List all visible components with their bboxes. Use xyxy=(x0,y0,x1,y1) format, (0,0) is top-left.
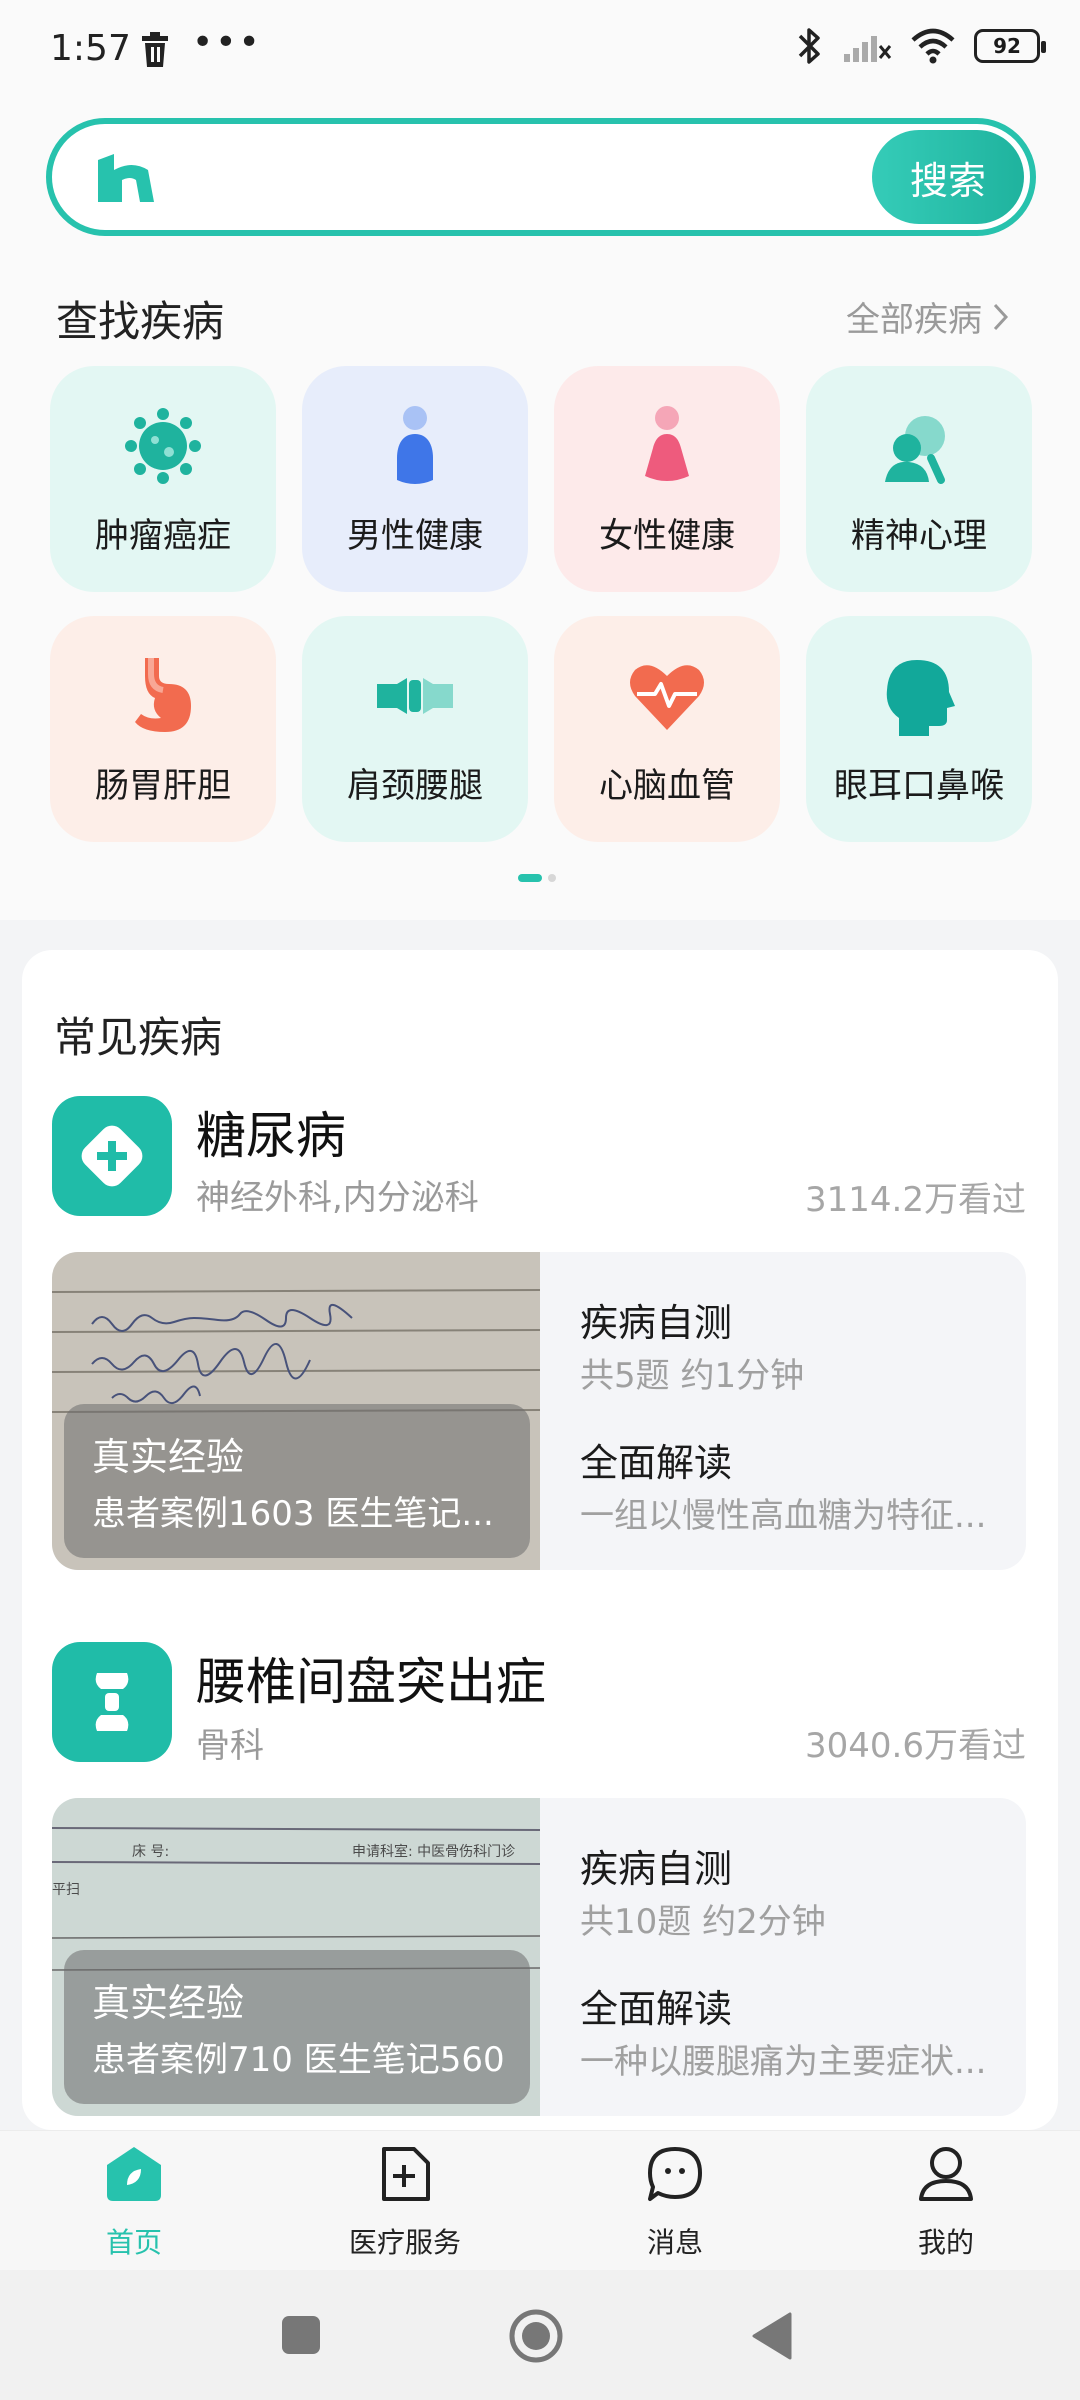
diabetes-icon-tile[interactable] xyxy=(52,1096,172,1216)
nav-messages[interactable]: 消息 xyxy=(575,2143,775,2261)
disease-name[interactable]: 腰椎间盘突出症 xyxy=(196,1642,546,1714)
nav-profile[interactable]: 我的 xyxy=(846,2143,1046,2261)
chevron-right-icon xyxy=(993,303,1009,330)
bottom-navigation: 首页 医疗服务 消息 我的 xyxy=(0,2130,1080,2270)
overlay-title: 真实经验 xyxy=(92,1981,245,2025)
spine-icon xyxy=(95,1673,129,1731)
heart-icon xyxy=(630,665,704,730)
category-joints[interactable]: 肩颈腰腿 xyxy=(302,616,528,842)
profile-icon xyxy=(919,2147,973,2201)
disease-card: 真实经验 患者案例1603 医生笔记... 疾病自测 共5题 约1分钟 全面解读… xyxy=(52,1252,1026,1570)
bluetooth-icon xyxy=(798,28,820,64)
medical-service-icon xyxy=(382,2147,430,2201)
nav-label: 消息 xyxy=(646,2226,703,2259)
category-label: 女性健康 xyxy=(599,516,735,556)
disease-name[interactable]: 糖尿病 xyxy=(196,1096,346,1168)
category-tumor[interactable]: 肿瘤癌症 xyxy=(50,366,276,592)
find-disease-title: 查找疾病 xyxy=(56,297,225,346)
nav-label: 首页 xyxy=(105,2226,162,2259)
back-button-icon[interactable] xyxy=(752,2312,792,2360)
status-time: 1:57 xyxy=(50,28,131,69)
app-logo-icon xyxy=(98,154,154,202)
full-read-title[interactable]: 全面解读 xyxy=(580,1978,732,2033)
category-mental[interactable]: 精神心理 xyxy=(806,366,1032,592)
category-label: 心脑血管 xyxy=(599,766,735,806)
nav-home[interactable]: 首页 xyxy=(34,2143,234,2261)
message-icon xyxy=(648,2147,702,2201)
category-female-health[interactable]: 女性健康 xyxy=(554,366,780,592)
self-test-subtitle: 共10题 约2分钟 xyxy=(580,1902,826,1942)
nav-medical-service[interactable]: 医疗服务 xyxy=(305,2143,505,2261)
pager-dot xyxy=(548,874,556,882)
signal-icon xyxy=(844,36,892,62)
category-digestive[interactable]: 肠胃肝胆 xyxy=(50,616,276,842)
self-test-title[interactable]: 疾病自测 xyxy=(580,1292,732,1347)
more-notifications-icon: ••• xyxy=(192,22,262,63)
disease-card: 床 号: 申请科室: 中医骨伤科门诊 平扫 真实经验 患者案例710 医生笔记5… xyxy=(52,1798,1026,2116)
stomach-icon xyxy=(135,658,191,732)
category-label: 肩颈腰腿 xyxy=(347,766,483,806)
bone-icon xyxy=(377,678,453,714)
wifi-icon xyxy=(911,28,955,64)
nav-label: 医疗服务 xyxy=(348,2226,461,2259)
category-label: 肿瘤癌症 xyxy=(95,516,231,556)
lumbar-icon-tile[interactable] xyxy=(52,1642,172,1762)
virus-icon xyxy=(125,408,201,484)
patient-record-photo[interactable]: 真实经验 患者案例1603 医生笔记... xyxy=(52,1252,540,1570)
full-read-subtitle: 一组以慢性高血糖为特征... xyxy=(580,1496,987,1536)
category-pager xyxy=(518,874,556,882)
head-icon xyxy=(886,660,955,736)
category-label: 眼耳口鼻喉 xyxy=(834,766,1004,806)
disease-views: 3114.2万看过 xyxy=(805,1180,1026,1220)
category-label: 肠胃肝胆 xyxy=(95,766,231,806)
nav-label: 我的 xyxy=(917,2226,974,2259)
all-diseases-label: 全部疾病 xyxy=(846,300,982,340)
system-navigation-bar xyxy=(0,2270,1080,2400)
search-button[interactable]: 搜索 xyxy=(872,130,1024,224)
female-icon xyxy=(645,406,689,481)
patient-record-photo[interactable]: 床 号: 申请科室: 中医骨伤科门诊 平扫 真实经验 患者案例710 医生笔记5… xyxy=(52,1798,540,2116)
pager-dot-active xyxy=(518,874,542,882)
full-read-title[interactable]: 全面解读 xyxy=(580,1432,732,1487)
category-label: 男性健康 xyxy=(347,516,483,556)
disease-department: 骨科 xyxy=(196,1726,264,1766)
self-test-title[interactable]: 疾病自测 xyxy=(580,1838,732,1893)
category-male-health[interactable]: 男性健康 xyxy=(302,366,528,592)
category-label: 精神心理 xyxy=(851,516,987,556)
male-icon xyxy=(397,406,433,484)
all-diseases-link[interactable]: 全部疾病 xyxy=(846,292,1010,341)
battery-indicator: 92 xyxy=(974,29,1046,63)
overlay-subtitle: 患者案例710 医生笔记560 xyxy=(92,2040,505,2080)
mind-icon xyxy=(885,416,945,484)
full-read-subtitle: 一种以腰腿痛为主要症状... xyxy=(580,2042,987,2082)
disease-views: 3040.6万看过 xyxy=(805,1726,1026,1766)
status-bar: 1:57 ••• 92 xyxy=(0,0,1080,100)
home-button-icon[interactable] xyxy=(508,2308,564,2364)
category-ent[interactable]: 眼耳口鼻喉 xyxy=(806,616,1032,842)
home-icon xyxy=(107,2147,161,2201)
search-bar[interactable]: 搜索 xyxy=(46,118,1036,236)
self-test-subtitle: 共5题 约1分钟 xyxy=(580,1356,805,1396)
experience-overlay: 真实经验 患者案例1603 医生笔记... xyxy=(64,1404,530,1558)
trash-icon xyxy=(142,32,168,67)
medical-cross-icon xyxy=(81,1125,143,1187)
recent-apps-icon[interactable] xyxy=(282,2316,320,2354)
common-diseases-title: 常见疾病 xyxy=(54,1013,223,1062)
category-cardio[interactable]: 心脑血管 xyxy=(554,616,780,842)
overlay-title: 真实经验 xyxy=(92,1435,245,1479)
disease-department: 神经外科,内分泌科 xyxy=(196,1178,479,1218)
overlay-subtitle: 患者案例1603 医生笔记... xyxy=(92,1494,494,1534)
experience-overlay: 真实经验 患者案例710 医生笔记560 xyxy=(64,1950,530,2104)
